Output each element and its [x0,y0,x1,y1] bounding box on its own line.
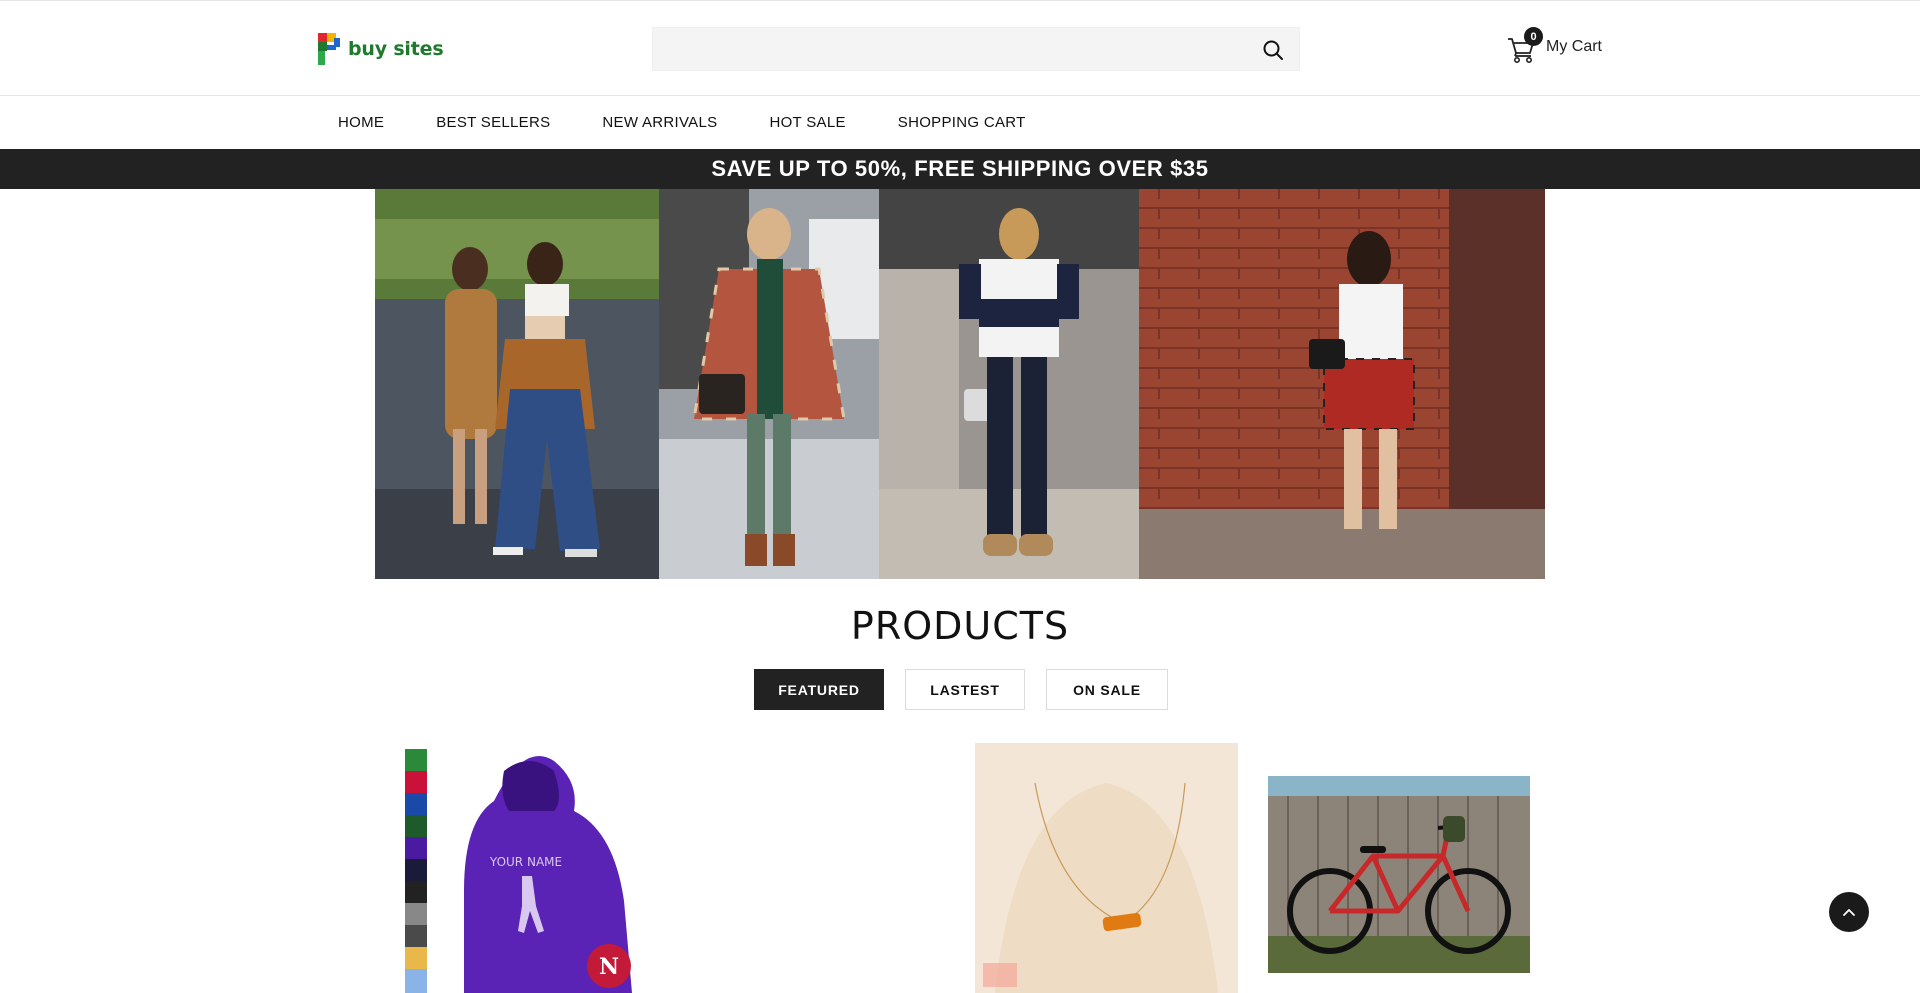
product-card-bicycle[interactable] [1268,776,1530,973]
product-card-hoodie[interactable]: YOUR NAME N [404,741,644,993]
banner-panel-brick-wall [1139,189,1545,579]
nav-item-home[interactable]: HOME [338,114,384,131]
search-icon[interactable] [1261,38,1285,62]
banner-panel-plaid-poncho [659,189,879,579]
hoodie-image: YOUR NAME N [404,741,644,993]
necklace-image [975,743,1238,993]
search-bar [652,27,1300,71]
banner-panel-street-duo [375,189,659,579]
tab-on-sale[interactable]: ON SALE [1046,669,1168,710]
promo-bar: SAVE UP TO 50%, FREE SHIPPING OVER $35 [0,149,1920,189]
search-input[interactable] [653,28,1243,70]
svg-text:N: N [599,954,619,980]
nav-item-hot-sale[interactable]: HOT SALE [769,114,845,131]
nav-item-best-sellers[interactable]: BEST SELLERS [436,114,550,131]
tab-lastest[interactable]: LASTEST [905,669,1025,710]
promo-text: SAVE UP TO 50%, FREE SHIPPING OVER $35 [711,156,1209,181]
cart-icon-wrap: 0 [1506,27,1543,63]
cart-label: My Cart [1546,38,1602,55]
bicycle-image [1268,776,1530,973]
banner-panel-striped-top [879,189,1139,579]
cart-link[interactable]: 0 My Cart [1506,27,1602,63]
products-title: PRODUCTS [850,604,1070,648]
hero-banner[interactable] [375,189,1545,579]
product-tabs: FEATURED LASTEST ON SALE [754,669,1168,710]
nav-item-shopping-cart[interactable]: SHOPPING CART [898,114,1026,131]
cart-count-badge: 0 [1524,27,1543,46]
logo[interactable]: buy sites [316,31,444,67]
logo-mark-icon [318,33,340,65]
nav-item-new-arrivals[interactable]: NEW ARRIVALS [602,114,717,131]
main-nav: HOME BEST SELLERS NEW ARRIVALS HOT SALE … [0,96,1920,149]
hoodie-print-text: YOUR NAME [489,855,562,869]
site-header: buy sites 0 My Cart [0,0,1920,96]
tab-featured[interactable]: FEATURED [754,669,884,710]
product-card-necklace[interactable] [975,743,1238,993]
back-to-top-button[interactable] [1829,892,1869,932]
logo-text: buy sites [348,38,444,60]
chevron-up-icon [1843,909,1855,916]
